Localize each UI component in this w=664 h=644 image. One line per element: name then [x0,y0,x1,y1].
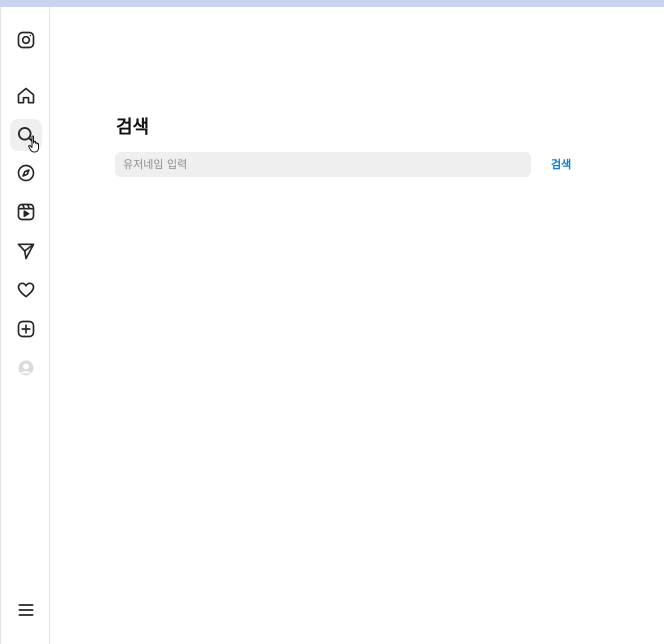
instagram-logo-icon[interactable] [10,24,42,56]
sidebar [0,7,50,644]
menu-icon[interactable] [10,594,42,626]
search-submit-button[interactable]: 검색 [547,156,575,172]
messages-icon[interactable] [10,235,42,267]
main-content: 검색 검색 [51,7,664,644]
reels-icon[interactable] [10,196,42,228]
browser-top-strip [0,0,664,7]
explore-icon[interactable] [10,157,42,189]
home-icon[interactable] [10,80,42,112]
username-search-input[interactable] [115,152,531,177]
hand-cursor-icon [28,135,39,153]
create-icon[interactable] [10,313,42,345]
profile-avatar-icon[interactable] [10,352,42,384]
page-title: 검색 [116,117,150,138]
notifications-icon[interactable] [10,274,42,306]
